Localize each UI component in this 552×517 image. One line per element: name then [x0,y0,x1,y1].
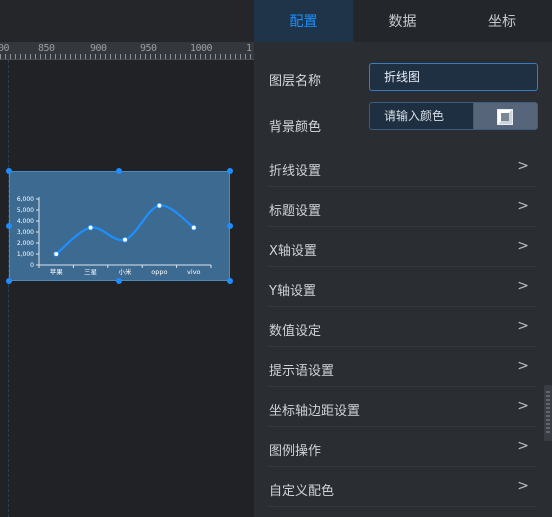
ruler-label: 850 [38,43,55,54]
settings-menu-label: Y轴设置 [269,284,316,299]
chevron-right-icon: > [517,158,529,174]
ruler-label: 1 [246,43,252,54]
panel-scroll-handle[interactable] [544,385,552,441]
chevron-right-icon: > [517,198,529,214]
y-tick-label: 5,000 [17,207,34,214]
data-point [191,224,197,231]
ruler-label: 950 [140,43,157,54]
data-point [53,251,59,257]
x-tick-label: 小米 [119,267,133,276]
x-tick-label: 苹果 [50,267,64,276]
ruler-label: 900 [90,43,107,54]
y-tick-label: 1,000 [17,251,34,258]
settings-menu-item[interactable]: 提示语设置 > [269,347,537,387]
settings-menu-label: 数值设定 [269,324,322,339]
chevron-right-icon: > [517,318,529,334]
line-chart-widget[interactable]: 0 1,000 2,000 3,000 4,000 5,000 6,000 苹果 三星 小米 opp… [9,171,230,281]
background-color-input[interactable]: 请输入颜色 [369,102,473,130]
horizontal-ruler: 00 850 900 950 1000 1 [0,42,254,60]
settings-menu-item[interactable]: X轴设置 > [269,227,537,267]
settings-menu-label: 自定义配色 [269,484,335,499]
resize-handle-bottom-left[interactable] [6,278,12,284]
tab-coordinates[interactable]: 坐标 [452,0,552,42]
ruler-label: 00 [0,43,10,54]
series-line [55,204,195,255]
settings-menu-item[interactable]: Y轴设置 > [269,267,537,307]
settings-menu-label: 坐标轴边距设置 [269,404,361,419]
settings-menu-label: 标题设置 [269,204,322,219]
x-tick-label: 三星 [84,268,98,276]
design-canvas[interactable]: 00 850 900 950 1000 1 0 1,000 2,000 3,000 4,… [0,0,254,517]
color-swatch-icon [497,109,513,125]
settings-menu-item[interactable]: 图例操作 > [269,427,537,467]
settings-menu-item[interactable]: 坐标轴边距设置 > [269,387,537,427]
resize-handle-bottom-right[interactable] [227,278,233,284]
chevron-right-icon: > [517,238,529,254]
chevron-right-icon: > [517,438,529,454]
resize-handle-top-left[interactable] [6,168,12,174]
y-tick-label: 4,000 [17,218,34,225]
layer-name-label: 图层名称 [269,74,322,89]
tab-data[interactable]: 数据 [353,0,452,42]
panel-tabs: 配置 数据 坐标 [254,0,552,42]
y-tick-label: 3,000 [17,229,34,236]
x-tick-label: oppo [151,268,167,276]
properties-panel: 配置 数据 坐标 图层名称 折线图 背景颜色 请输入颜色 折线设置 > 标题设置 > X… [254,0,552,517]
resize-handle-right[interactable] [227,223,233,229]
data-point [122,236,128,243]
resize-handle-left[interactable] [6,223,12,229]
line-chart: 0 1,000 2,000 3,000 4,000 5,000 6,000 苹果 三星 小米 opp… [17,196,212,276]
settings-menu-label: X轴设置 [269,244,317,259]
chevron-right-icon: > [517,478,529,494]
background-color-row: 背景颜色 请输入颜色 [269,102,552,135]
tab-config[interactable]: 配置 [254,0,353,42]
settings-menu-item[interactable]: 数值设定 > [269,307,537,347]
x-tick-label: vivo [187,268,200,276]
data-point [87,224,94,231]
y-tick-label: 6,000 [17,196,34,203]
color-picker-button[interactable] [473,102,538,130]
chevron-right-icon: > [517,278,529,294]
y-tick-label: 0 [30,262,34,269]
layer-name-input[interactable]: 折线图 [369,63,538,91]
canvas-toolbar [0,0,254,42]
settings-menu-item[interactable]: 自定义配色 > [269,467,537,507]
resize-handle-bottom[interactable] [116,278,122,284]
editor-window: 00 850 900 950 1000 1 0 1,000 2,000 3,000 4,… [0,0,552,517]
settings-menu-item[interactable]: 折线设置 > [269,147,537,187]
settings-menu-item[interactable]: 标题设置 > [269,187,537,227]
alignment-guide [8,60,9,517]
resize-handle-top[interactable] [116,168,122,174]
settings-menu-label: 提示语设置 [269,364,335,379]
settings-menu-label: 折线设置 [269,164,322,179]
settings-menu-label: 图例操作 [269,444,322,459]
ruler-label: 1000 [190,43,213,54]
resize-handle-top-right[interactable] [227,168,233,174]
data-point [156,202,163,209]
chevron-right-icon: > [517,398,529,414]
layer-name-row: 图层名称 折线图 [269,63,552,93]
background-color-label: 背景颜色 [269,120,322,135]
chevron-right-icon: > [517,358,529,374]
y-tick-label: 2,000 [17,240,34,247]
